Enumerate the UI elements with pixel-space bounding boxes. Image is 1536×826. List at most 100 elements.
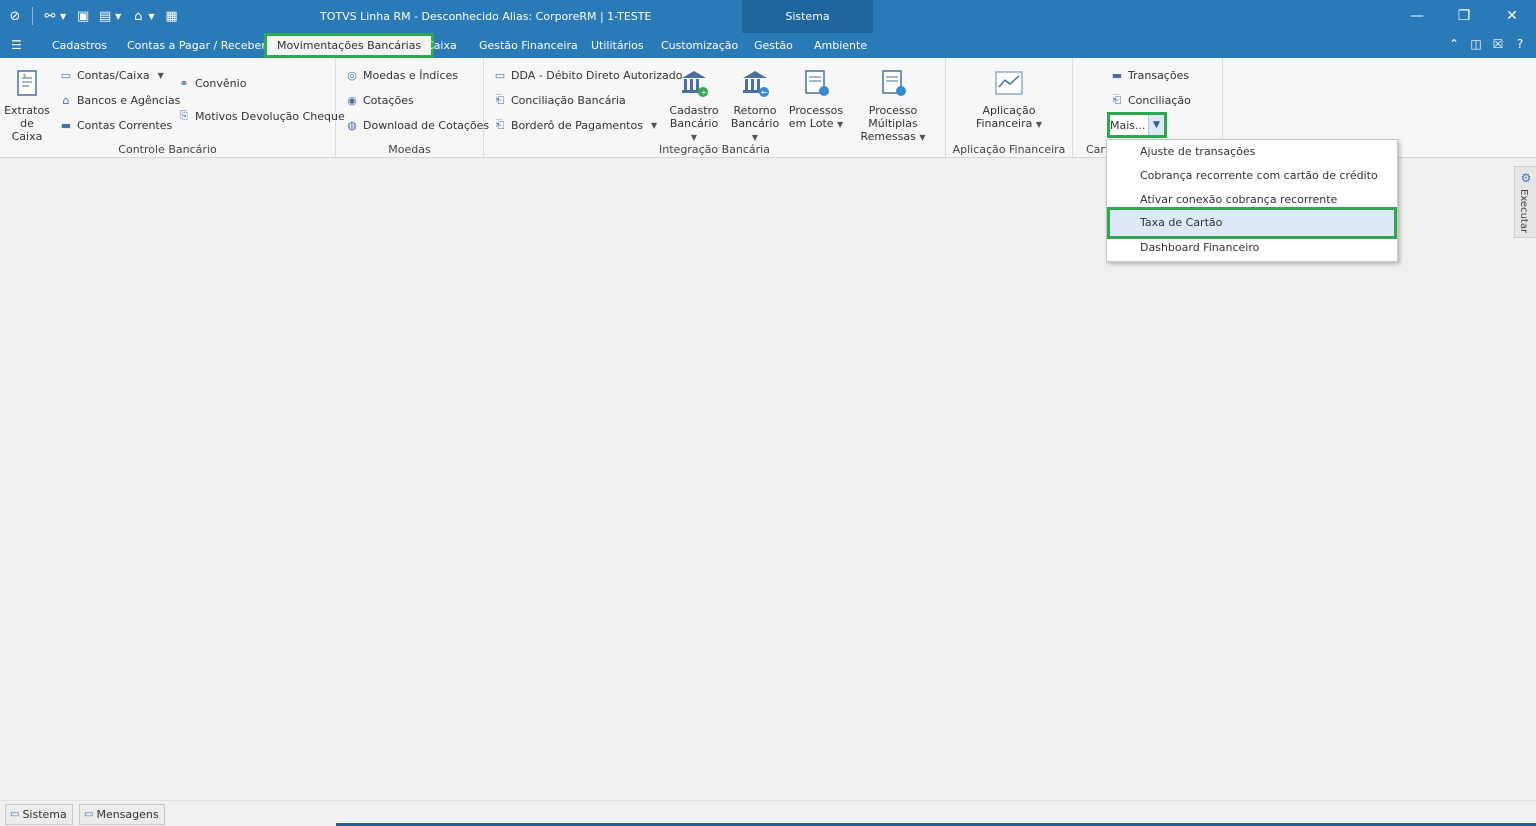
- mais-button[interactable]: Mais... ▼: [1107, 112, 1167, 138]
- gear-icon: ⚙: [1520, 171, 1532, 185]
- cotacoes-label: Cotações: [363, 93, 414, 107]
- close-button[interactable]: ✕: [1501, 6, 1523, 26]
- bank-icon: ⌂: [62, 93, 70, 107]
- handshake-icon: ⚭: [179, 76, 189, 90]
- moedas-indices-button[interactable]: ◎ Moedas e Índices: [345, 67, 458, 83]
- chevron-down-icon[interactable]: ▼: [1148, 115, 1164, 135]
- layout-icon[interactable]: ◫: [1468, 37, 1484, 51]
- bordero-pagamentos-button[interactable]: ⎗ Borderô de Pagamentos ▼: [493, 117, 658, 133]
- processos-label-1: Processos: [788, 104, 844, 117]
- contas-correntes-label: Contas Correntes: [77, 118, 173, 132]
- group-integracao-bancaria: ▭ DDA - Débito Direto Autorizado ⎗ Conci…: [484, 58, 946, 158]
- dda-button[interactable]: ▭ DDA - Débito Direto Autorizado: [493, 67, 683, 83]
- executar-side-tab[interactable]: ⚙ Executar: [1514, 166, 1536, 238]
- coins-icon: ◎: [347, 68, 357, 82]
- bordero-label: Borderô de Pagamentos: [511, 118, 643, 132]
- documents-icon: ⎗: [495, 93, 505, 106]
- conciliacao-bancaria-button[interactable]: ⎗ Conciliação Bancária: [493, 92, 626, 108]
- mais-dropdown-menu: Ajuste de transações Cobrança recorrente…: [1106, 139, 1398, 262]
- tab-gestao-financeira[interactable]: Gestão Financeira: [479, 33, 578, 58]
- motivos-devolucao-button[interactable]: ⎘ Motivos Devolução Cheque: [177, 108, 345, 124]
- tab-utilitarios[interactable]: Utilitários: [591, 33, 644, 58]
- multiplas-label-2: Remessas: [860, 130, 916, 143]
- close-window-icon[interactable]: ☒: [1490, 37, 1506, 51]
- cotacoes-button[interactable]: ◉ Cotações: [345, 92, 414, 108]
- home-icon[interactable]: ⌂: [129, 7, 147, 25]
- transacoes-button[interactable]: ▬ Transações: [1110, 67, 1189, 83]
- help-icon[interactable]: ?: [1512, 37, 1528, 51]
- bancos-label: Bancos e Agências: [77, 93, 181, 107]
- dda-label: DDA - Débito Direto Autorizado: [511, 68, 683, 82]
- documents-icon: ⎗: [495, 118, 505, 131]
- minimize-button[interactable]: —: [1406, 6, 1428, 26]
- message-icon: ▭: [84, 809, 94, 820]
- quick-access-toolbar: ⊘ ⚯ ▼ ▣ ▤ ▼ ⌂ ▼ ▦: [6, 7, 180, 25]
- contas-correntes-button[interactable]: ▬ Contas Correntes: [59, 117, 172, 133]
- file-menu-icon[interactable]: ☰: [11, 38, 25, 52]
- convenio-label: Convênio: [195, 76, 247, 90]
- chevron-down-icon: ▼: [650, 120, 658, 130]
- chevron-down-icon: ▼: [690, 133, 698, 142]
- group-label-controle: Controle Bancário: [118, 143, 217, 156]
- tab-movimentacoes-bancarias[interactable]: Movimentações Bancárias: [264, 33, 435, 58]
- chevron-down-icon: ▼: [919, 133, 926, 142]
- download-cotacoes-button[interactable]: ◍ Download de Cotações: [345, 117, 489, 133]
- cadastro-label-1: Cadastro: [669, 104, 719, 117]
- executar-label: Executar: [1518, 189, 1529, 234]
- conciliacao-cartao-button[interactable]: ⎗ Conciliação: [1110, 92, 1191, 108]
- bank-add-icon: +: [679, 68, 709, 98]
- save-icon[interactable]: ▤: [96, 7, 114, 25]
- extratos-label-2: de Caixa: [11, 117, 43, 143]
- tab-cadastros[interactable]: Cadastros: [52, 33, 107, 58]
- bank-return-icon: ←: [740, 68, 770, 98]
- app-menu-icon[interactable]: ⊘: [6, 7, 24, 25]
- download-label: Download de Cotações: [363, 118, 490, 132]
- network-icon[interactable]: ⚯: [41, 7, 59, 25]
- tab-customizacao[interactable]: Customização: [661, 33, 738, 58]
- cadastro-bancario-button[interactable]: + Cadastro Bancário ▼: [666, 68, 722, 144]
- card-icon: ▬: [60, 118, 72, 132]
- retorno-label-2: Bancário: [730, 117, 780, 130]
- documents-icon: ⎗: [1112, 93, 1122, 106]
- retorno-bancario-button[interactable]: ← Retorno Bancário ▼: [727, 68, 783, 144]
- processo-multiplas-remessas-button[interactable]: Processo Múltiplas Remessas ▼: [847, 68, 939, 144]
- window-icon[interactable]: ▣: [74, 7, 92, 25]
- exchange-icon: ◉: [347, 93, 357, 107]
- aplicacao-label-2: Financeira: [975, 117, 1033, 130]
- group-label-integracao: Integração Bancária: [659, 143, 770, 156]
- processos-lote-button[interactable]: Processos em Lote ▼: [788, 68, 844, 131]
- return-check-icon: ⎘: [179, 109, 189, 122]
- collapse-ribbon-icon[interactable]: ⌃: [1446, 37, 1462, 51]
- tab-contas-pagar-receber[interactable]: Contas a Pagar / Receber: [127, 33, 266, 58]
- calculator-icon[interactable]: ▦: [162, 7, 180, 25]
- contas-caixa-button[interactable]: ▭ Contas/Caixa ▼: [59, 67, 164, 83]
- mais-label: Mais...: [1110, 119, 1146, 132]
- group-label-aplicacao: Aplicação Financeira: [952, 143, 1066, 156]
- chevron-down-icon: ▼: [751, 133, 759, 142]
- restore-button[interactable]: ❐: [1453, 6, 1475, 26]
- mensagens-status-button[interactable]: ▭ Mensagens: [79, 804, 165, 825]
- chevron-down-icon[interactable]: ▼: [115, 12, 121, 21]
- menu-item-ajuste-transacoes[interactable]: Ajuste de transações: [1107, 140, 1397, 164]
- aplicacao-financeira-button[interactable]: Aplicação Financeira ▼: [966, 68, 1052, 131]
- ribbon-tab-bar: ☰ Cadastros Contas a Pagar / Receber Mov…: [0, 33, 1536, 58]
- tab-ambiente[interactable]: Ambiente: [814, 33, 867, 58]
- bancos-agencias-button[interactable]: ⌂ Bancos e Agências: [59, 92, 181, 108]
- motivos-label: Motivos Devolução Cheque: [195, 109, 345, 123]
- menu-item-cobranca-recorrente[interactable]: Cobrança recorrente com cartão de crédit…: [1107, 164, 1397, 188]
- svg-text:←: ←: [761, 88, 768, 97]
- extratos-label-1: Extratos: [4, 104, 50, 117]
- tab-gestao[interactable]: Gestão: [754, 33, 793, 58]
- chevron-down-icon[interactable]: ▼: [148, 12, 154, 21]
- extratos-caixa-button[interactable]: $ Extratos de Caixa: [4, 68, 50, 143]
- menu-item-dashboard-financeiro[interactable]: Dashboard Financeiro: [1107, 236, 1397, 260]
- aplicacao-label-1: Aplicação: [982, 104, 1036, 117]
- menu-item-taxa-cartao[interactable]: Taxa de Cartão: [1107, 207, 1397, 239]
- convenio-button[interactable]: ⚭ Convênio: [177, 75, 246, 91]
- context-tab-label: Sistema: [785, 10, 830, 23]
- group-aplicacao-financeira: Aplicação Financeira ▼ Aplicação Finance…: [946, 58, 1073, 158]
- chevron-down-icon[interactable]: ▼: [60, 12, 66, 21]
- multiplas-label-1: Processo Múltiplas: [868, 104, 918, 130]
- sistema-status-button[interactable]: ▭ Sistema: [5, 804, 73, 825]
- tab-caixa[interactable]: Caixa: [426, 33, 457, 58]
